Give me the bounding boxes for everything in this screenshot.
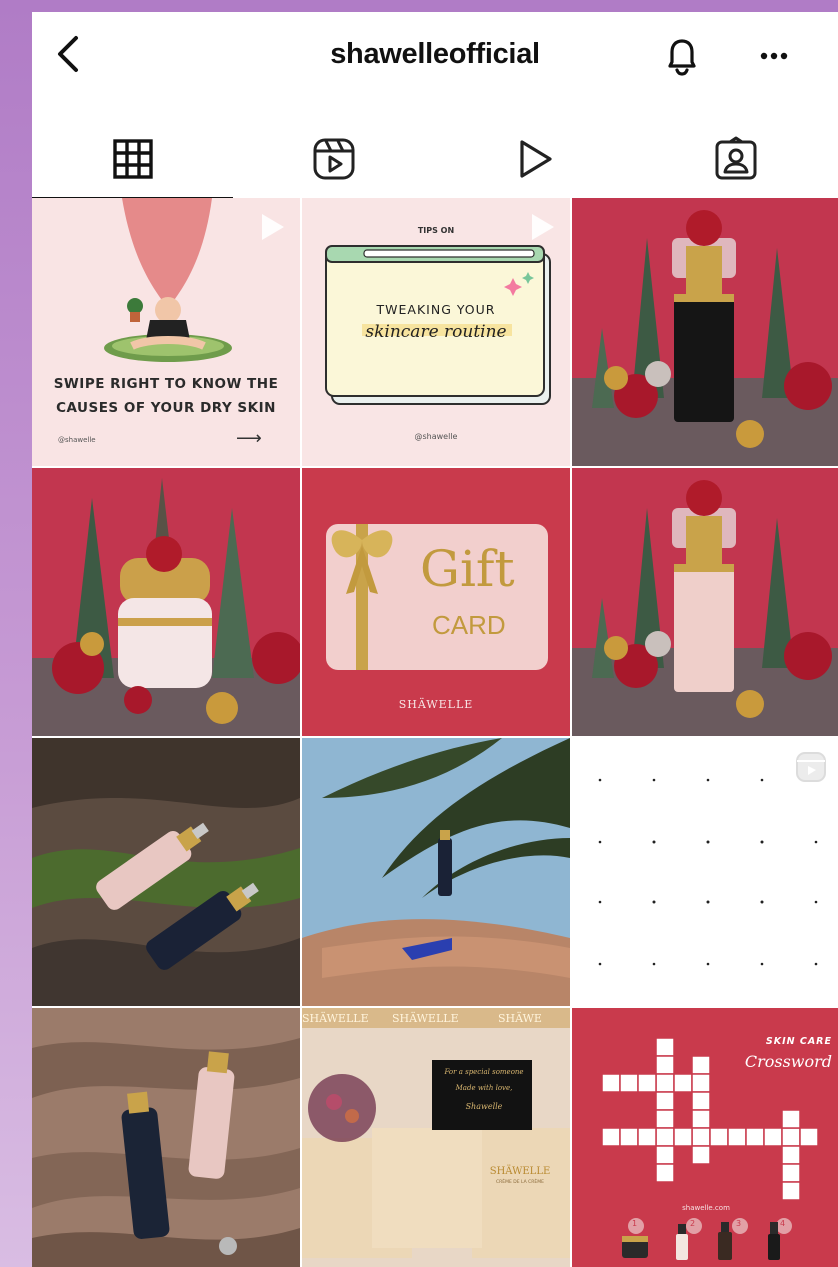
- post-gift-box[interactable]: SHÄWELLE SHÄWELLE SHÄWE For a special so…: [302, 1008, 570, 1267]
- post-handle: @shawelle: [414, 432, 458, 441]
- note-line1: For a special someone: [444, 1068, 524, 1076]
- notifications-button[interactable]: [662, 34, 702, 78]
- posts-grid: SWIPE RIGHT TO KNOW THE CAUSES OF YOUR D…: [32, 198, 838, 1267]
- post-black-serum[interactable]: [572, 198, 838, 466]
- gift-box-photo: [302, 1008, 570, 1267]
- note-line3: Shawelle: [465, 1102, 503, 1111]
- pink-serum-photo: [572, 468, 838, 736]
- tab-reels[interactable]: [233, 118, 434, 200]
- tab-posts[interactable]: [32, 118, 233, 200]
- tagged-person-icon: [715, 136, 756, 180]
- post-white-jar[interactable]: [32, 468, 300, 736]
- box-brand: SHÄWELLE: [489, 1166, 551, 1177]
- banner-brand-2: SHÄWELLE: [392, 1012, 459, 1025]
- post-dry-skin[interactable]: SWIPE RIGHT TO KNOW THE CAUSES OF YOUR D…: [32, 198, 300, 466]
- post-pink-serum[interactable]: [572, 468, 838, 736]
- grid-icon: [112, 139, 153, 179]
- post-headline-line2: CAUSES OF YOUR DRY SKIN: [56, 400, 276, 416]
- post-dot-grid-reel[interactable]: [572, 738, 838, 1006]
- reel-play-icon: [532, 214, 554, 240]
- top-bar: shawelleofficial: [32, 12, 838, 104]
- post-palm-beach[interactable]: [302, 738, 570, 1006]
- palm-beach-photo: [302, 738, 570, 1006]
- post-gift-card[interactable]: Gift CARD SHÄWELLE: [302, 468, 570, 736]
- reel-play-icon: [262, 214, 284, 240]
- post-bottles-sandstone[interactable]: [32, 1008, 300, 1267]
- crossword-number-3: 3: [736, 1219, 742, 1228]
- reels-badge-icon: [796, 752, 826, 782]
- card-word: CARD: [432, 610, 506, 640]
- post-line1: TWEAKING YOUR: [376, 302, 496, 317]
- post-line2: skincare routine: [365, 322, 507, 342]
- bell-icon: [668, 39, 696, 76]
- profile-username: shawelleofficial: [330, 38, 540, 70]
- arrow-right-icon: ⟶: [236, 428, 262, 449]
- crossword-site: shawelle.com: [682, 1204, 730, 1212]
- post-bottles-on-rock[interactable]: [32, 738, 300, 1006]
- post-handle: @shawelle: [58, 436, 96, 444]
- crossword-number-4: 4: [780, 1219, 786, 1228]
- post-skincare-tips[interactable]: TIPS ON TWEAKING YOUR skincare routine @…: [302, 198, 570, 466]
- banner-brand-1: SHÄWELLE: [302, 1012, 369, 1025]
- gift-card-brand: SHÄWELLE: [398, 698, 474, 711]
- post-headline-line1: SWIPE RIGHT TO KNOW THE: [53, 376, 279, 392]
- post-crossword[interactable]: SKIN CARE Crossword shawelle.com 1 2 3 4: [572, 1008, 838, 1267]
- crossword-title-line2: Crossword: [744, 1052, 832, 1071]
- reels-icon: [313, 138, 354, 180]
- tab-tagged[interactable]: [635, 118, 836, 200]
- more-dots-icon: [760, 52, 788, 60]
- play-icon: [519, 140, 552, 178]
- box-subtitle: CRÈME DE LA CRÈME: [496, 1180, 544, 1185]
- crossword-title-line1: SKIN CARE: [765, 1036, 832, 1047]
- banner-brand-3: SHÄWE: [498, 1012, 542, 1025]
- tab-videos[interactable]: [434, 118, 635, 200]
- more-options-button[interactable]: [752, 36, 800, 76]
- gift-card-illustration: [302, 468, 570, 736]
- black-serum-photo: [572, 198, 838, 466]
- gift-word: Gift: [420, 540, 515, 598]
- white-jar-photo: [32, 468, 300, 736]
- profile-tabs: [32, 118, 838, 200]
- crossword-number-1: 1: [632, 1219, 638, 1228]
- note-line2: Made with love,: [455, 1084, 513, 1092]
- crossword-number-2: 2: [690, 1219, 696, 1228]
- phone-screen: shawelleofficial SWIPE RIGHT TO KNOW THE…: [32, 12, 838, 1267]
- bottles-sandstone-photo: [32, 1008, 300, 1267]
- bottles-rock-photo: [32, 738, 300, 1006]
